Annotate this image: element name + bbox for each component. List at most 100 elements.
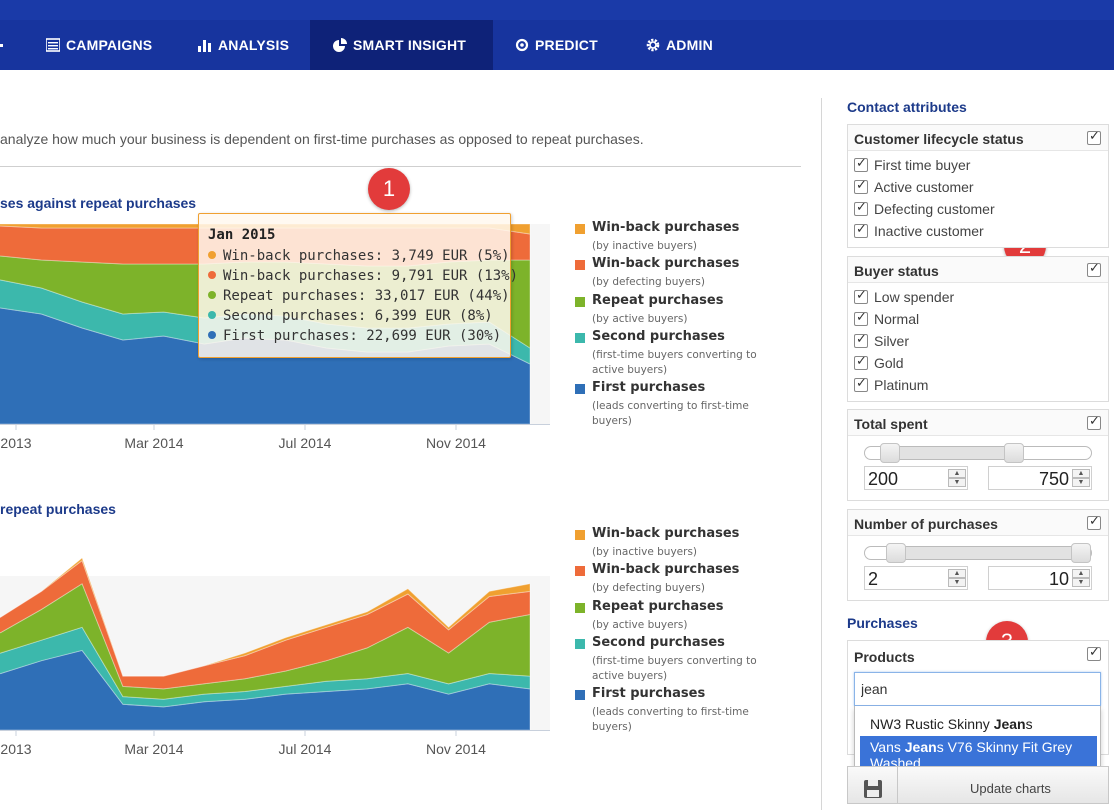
save-icon (864, 780, 882, 798)
num-purchases-checkbox[interactable] (1087, 514, 1101, 530)
tooltip-row: Win-back purchases: 9,791 EUR (13%) (208, 268, 518, 284)
nav-admin[interactable]: ADMIN (646, 20, 713, 70)
nav-overflow-marker (0, 44, 3, 47)
nav-smart-insight[interactable]: SMART INSIGHT (310, 20, 493, 70)
chart2-plot[interactable]: 2013 Mar 2014 Jul 2014 Nov 2014 (0, 518, 560, 766)
option-label: Low spender (874, 289, 955, 305)
legend-description: (by inactive buyers) (592, 240, 698, 252)
legend-swatch (575, 566, 585, 576)
spinner-arrows[interactable]: ▲ ▼ (948, 569, 966, 587)
tooltip-row-text: Win-back purchases: 3,749 EUR (5%) (223, 248, 510, 264)
checkbox[interactable] (854, 376, 868, 392)
update-charts-label: Update charts (970, 781, 1051, 796)
legend-swatch (575, 603, 585, 613)
total-spent-title: Total spent (854, 416, 928, 432)
tooltip-dot (208, 291, 216, 299)
tooltip-row-text: Repeat purchases: 33,017 EUR (44%) (223, 288, 510, 304)
checkbox[interactable] (854, 222, 868, 238)
option-label: Gold (874, 355, 904, 371)
chevron-down-icon[interactable]: ▼ (1072, 578, 1090, 587)
spinner-arrows[interactable]: ▲ ▼ (1072, 569, 1090, 587)
num-purchases-panel-header: Number of purchases (848, 510, 1108, 536)
checkbox[interactable] (854, 310, 868, 326)
checkbox[interactable] (854, 156, 868, 172)
lifecycle-panel: Customer lifecycle status First time buy… (847, 124, 1109, 248)
bar-chart-icon (198, 40, 211, 52)
legend-swatch (575, 530, 585, 540)
slider-handle-min[interactable] (880, 443, 901, 463)
legend-label: Second purchases (592, 329, 725, 344)
total-spent-panel-header: Total spent (848, 410, 1108, 436)
x-tick-label: 2013 (0, 435, 31, 451)
products-checkbox[interactable] (1087, 645, 1101, 661)
legend-label: Win-back purchases (592, 562, 740, 577)
product-search-field[interactable] (861, 681, 1091, 697)
legend-swatch (575, 297, 585, 307)
checkbox[interactable] (854, 178, 868, 194)
total-spent-min-input[interactable]: 200 ▲ ▼ (864, 466, 968, 490)
buyer-status-all-checkbox[interactable] (1087, 261, 1101, 277)
legend-swatch (575, 690, 585, 700)
nav-predict[interactable]: PREDICT (515, 20, 598, 70)
product-search-input[interactable] (854, 672, 1101, 706)
slider-range (890, 447, 1015, 459)
legend-description: (by defecting buyers) (592, 582, 705, 594)
option-label: Defecting customer (874, 201, 995, 217)
checkbox[interactable] (854, 200, 868, 216)
spin-value: 2 (868, 569, 879, 589)
chart1-title: ses against repeat purchases (0, 195, 197, 211)
legend-label: Win-back purchases (592, 526, 740, 541)
x-tick-label: Mar 2014 (124, 741, 183, 757)
chevron-up-icon[interactable]: ▲ (1072, 469, 1090, 478)
chevron-up-icon[interactable]: ▲ (948, 569, 966, 578)
slider-handle-min[interactable] (885, 543, 906, 563)
x-tick-label: Nov 2014 (426, 435, 486, 451)
total-spent-max-input[interactable]: 750 ▲ ▼ (988, 466, 1092, 490)
chevron-down-icon[interactable]: ▼ (1072, 478, 1090, 487)
chevron-down-icon[interactable]: ▼ (948, 578, 966, 587)
chart2-title: repeat purchases (0, 501, 116, 517)
slider-handle-max[interactable] (1071, 543, 1091, 563)
lifecycle-all-checkbox[interactable] (1087, 129, 1101, 145)
legend-label: Win-back purchases (592, 220, 740, 235)
gear-icon (646, 38, 660, 52)
products-panel-header: Products (848, 641, 1108, 667)
chevron-up-icon[interactable]: ▲ (948, 469, 966, 478)
tooltip-dot (208, 331, 216, 339)
checkbox[interactable] (854, 354, 868, 370)
nav-campaigns-label: CAMPAIGNS (66, 37, 153, 53)
lifecycle-panel-header: Customer lifecycle status (848, 125, 1108, 151)
autocomplete-item[interactable]: NW3 Rustic Skinny Jeans (860, 713, 1097, 735)
top-navigation: CAMPAIGNS ANALYSIS SMART INSIGHT PREDICT… (0, 0, 1114, 70)
total-spent-checkbox[interactable] (1087, 414, 1101, 430)
tooltip-row: First purchases: 22,699 EUR (30%) (208, 328, 501, 344)
option-label: First time buyer (874, 157, 971, 173)
item-match: Jean (993, 716, 1026, 732)
refresh-icon (515, 38, 529, 52)
spinner-arrows[interactable]: ▲ ▼ (1072, 469, 1090, 487)
chevron-down-icon[interactable]: ▼ (948, 478, 966, 487)
nav-campaigns[interactable]: CAMPAIGNS (46, 20, 152, 70)
checkbox[interactable] (854, 332, 868, 348)
num-purchases-min-input[interactable]: 2 ▲ ▼ (864, 566, 968, 590)
slider-handle-max[interactable] (1004, 443, 1025, 463)
update-charts-button[interactable]: Update charts (847, 766, 1109, 804)
total-spent-slider[interactable] (864, 443, 1092, 463)
num-purchases-panel: Number of purchases 2 ▲▼ 10 ▲▼ (847, 509, 1109, 601)
save-button[interactable] (848, 767, 898, 803)
nav-top-strip (0, 0, 1114, 20)
spinner-arrows[interactable]: ▲ ▼ (948, 469, 966, 487)
products-title: Products (854, 649, 915, 665)
pie-chart-icon (333, 38, 347, 52)
checkbox[interactable] (854, 288, 868, 304)
buyer-status-title: Buyer status (854, 263, 939, 279)
option-label: Normal (874, 311, 920, 327)
num-purchases-max-input[interactable]: 10 ▲ ▼ (988, 566, 1092, 590)
legend-label: Repeat purchases (592, 293, 724, 308)
num-purchases-slider[interactable] (864, 543, 1092, 563)
tooltip-row-text: First purchases: 22,699 EUR (30%) (223, 328, 502, 344)
item-match: Jean (904, 739, 937, 755)
chevron-up-icon[interactable]: ▲ (1072, 569, 1090, 578)
buyer-status-panel-header: Buyer status (848, 257, 1108, 283)
nav-analysis[interactable]: ANALYSIS (198, 20, 289, 70)
